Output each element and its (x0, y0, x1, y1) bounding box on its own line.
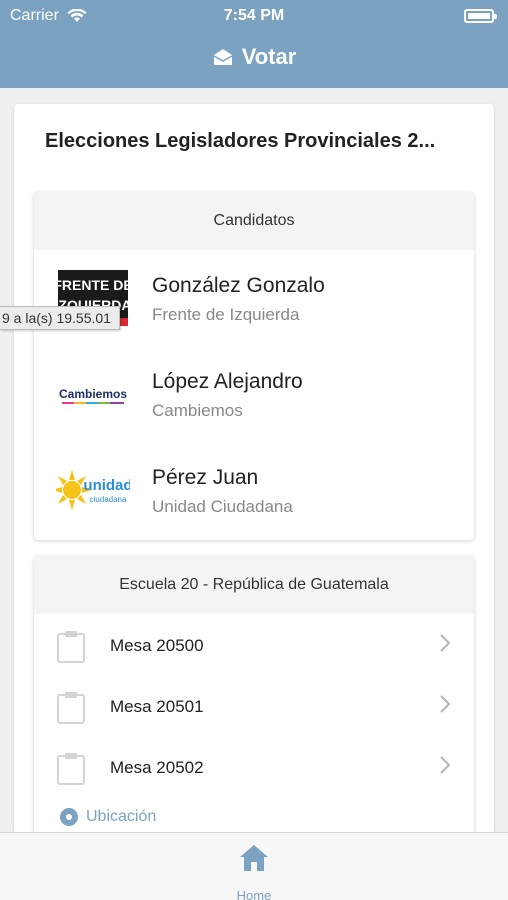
status-bar: Carrier 7:54 PM (0, 0, 508, 34)
cambiemos-logo: Cambiemos (59, 387, 127, 404)
battery-icon (464, 9, 497, 23)
candidate-row[interactable]: FRENTE DE IZQUIERDA González Gonzalo Fre… (34, 250, 474, 346)
logo-text-line1: unidad (83, 477, 130, 494)
candidate-row[interactable]: Cambiemos López Alejandro Cambiemos (34, 346, 474, 442)
location-label: Ubicación (86, 808, 157, 825)
home-icon (240, 845, 268, 871)
tab-home[interactable]: Home (224, 841, 284, 900)
logo-text: Cambiemos (59, 387, 127, 401)
mesa-row[interactable]: Mesa 20502 (34, 736, 474, 797)
clipboard-icon (57, 753, 85, 785)
logo-text-line2: ciudadana (90, 495, 127, 504)
candidates-header: Candidatos (34, 192, 474, 250)
candidate-name: López Alejandro (152, 370, 303, 393)
clipboard-icon (57, 692, 85, 724)
page-title: Votar (0, 44, 508, 70)
mesa-label: Mesa 20500 (110, 636, 204, 655)
candidate-party: Frente de Izquierda (152, 305, 300, 324)
mesa-row[interactable]: Mesa 20500 (34, 614, 474, 675)
chevron-right-icon (440, 634, 451, 652)
candidate-name: González Gonzalo (152, 274, 325, 297)
election-card: Elecciones Legisladores Provinciales 2..… (14, 104, 494, 834)
status-time: 7:54 PM (223, 7, 285, 24)
envelope-icon (213, 49, 233, 65)
chevron-right-icon (440, 695, 451, 713)
clipboard-icon (57, 631, 85, 663)
candidates-panel: Candidatos FRENTE DE IZQUIERDA González … (34, 192, 474, 540)
mesa-label: Mesa 20501 (110, 697, 204, 716)
election-title: Elecciones Legisladores Provinciales 2..… (45, 130, 436, 152)
tab-bar: Home (0, 832, 508, 900)
mesa-label: Mesa 20502 (110, 758, 204, 777)
candidate-party: Unidad Ciudadana (152, 497, 293, 516)
location-link[interactable]: Ubicación (60, 808, 156, 826)
candidate-party: Cambiemos (152, 401, 243, 420)
top-bar: Carrier 7:54 PM Votar (0, 0, 508, 88)
school-header: Escuela 20 - República de Guatemala (34, 556, 474, 614)
logo-text-line1: FRENTE DE (56, 277, 130, 293)
timestamp-tooltip: 9 a la(s) 19.55.01 (0, 306, 120, 330)
candidate-row[interactable]: unidad ciudadana Pérez Juan Unidad Ciuda… (34, 442, 474, 538)
candidate-name: Pérez Juan (152, 466, 259, 489)
mesa-row[interactable]: Mesa 20501 (34, 675, 474, 736)
chevron-right-icon (440, 756, 451, 774)
tab-home-label: Home (236, 888, 272, 900)
location-icon (60, 808, 78, 826)
page-title-text: Votar (241, 44, 297, 69)
unidad-ciudadana-logo: unidad ciudadana (56, 470, 130, 510)
school-panel: Escuela 20 - República de Guatemala Mesa… (34, 556, 474, 834)
